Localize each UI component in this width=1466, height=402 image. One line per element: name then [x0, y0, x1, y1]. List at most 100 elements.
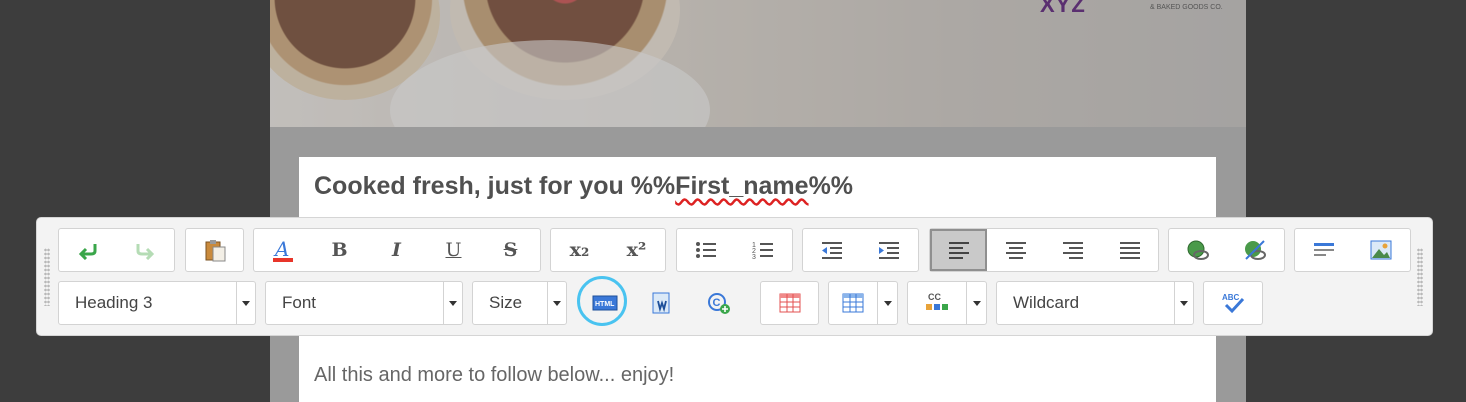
table-blue-icon: [842, 293, 864, 313]
text-format-group: A B I U S: [253, 228, 541, 272]
insert-image-button[interactable]: [1352, 229, 1409, 271]
table-dropdown-button[interactable]: [877, 282, 897, 324]
strikethrough-icon: S: [503, 239, 518, 261]
table-group: [760, 281, 819, 325]
cc-dropdown-button[interactable]: [966, 282, 986, 324]
heading-text: Cooked fresh, just for you %%: [314, 172, 676, 200]
svg-text:ABC: ABC: [1222, 293, 1240, 302]
undo-button[interactable]: [59, 229, 116, 271]
list-group: 123: [676, 228, 793, 272]
paste-button[interactable]: [186, 229, 243, 271]
hero-image: XYZ & BAKED GOODS CO.: [270, 0, 1246, 127]
subscript-icon: x₂: [569, 239, 590, 261]
horizontal-rule-button[interactable]: [1295, 229, 1352, 271]
email-body-text[interactable]: All this and more to follow below... enj…: [314, 364, 674, 387]
chevron-down-icon[interactable]: [1174, 282, 1193, 324]
spellcheck-group: ABC: [1203, 281, 1263, 325]
chevron-down-icon[interactable]: [443, 282, 462, 324]
italic-button[interactable]: I: [368, 229, 425, 271]
font-color-button[interactable]: A: [254, 229, 311, 271]
font-family-value: Font: [282, 293, 317, 312]
paste-from-word-button[interactable]: [633, 282, 690, 324]
align-left-button[interactable]: [930, 229, 987, 271]
redo-button[interactable]: [116, 229, 173, 271]
cc-icon: CC: [926, 292, 948, 310]
font-color-icon: A: [272, 237, 293, 262]
align-center-icon: [1005, 242, 1026, 259]
superscript-icon: x²: [626, 239, 647, 261]
insert-group: [1294, 228, 1411, 272]
font-size-value: Size: [489, 293, 523, 312]
insert-table-button[interactable]: [761, 282, 818, 324]
outdent-icon: [821, 242, 842, 259]
svg-text:C: C: [712, 297, 720, 309]
indent-icon: [878, 242, 899, 259]
bulleted-list-icon: [695, 242, 716, 258]
script-group: x₂ x²: [550, 228, 666, 272]
align-left-icon: [948, 242, 969, 259]
bold-icon: B: [331, 239, 348, 261]
link-icon: [1187, 240, 1209, 260]
underline-button[interactable]: U: [425, 229, 482, 271]
paragraph-style-value: Heading 3: [75, 293, 153, 312]
justify-icon: [1119, 242, 1140, 259]
insert-special-char-button[interactable]: C: [690, 282, 747, 324]
cc-button[interactable]: CC: [908, 282, 966, 324]
numbered-list-button[interactable]: 123: [734, 229, 791, 271]
undo-icon: [78, 244, 96, 260]
outdent-button[interactable]: [803, 229, 860, 271]
font-size-select[interactable]: Size: [472, 281, 567, 325]
copyright-icon: C: [707, 293, 730, 314]
hero-overlay: [270, 0, 1246, 127]
wildcard-select[interactable]: Wildcard: [996, 281, 1194, 325]
align-right-icon: [1062, 242, 1083, 259]
alignment-group: [929, 228, 1159, 272]
chevron-down-icon[interactable]: [547, 282, 566, 324]
image-icon: [1370, 240, 1391, 260]
paste-word-icon: [652, 292, 669, 314]
spellcheck-button[interactable]: ABC: [1204, 282, 1261, 324]
paste-icon: [205, 240, 225, 262]
logo-tagline: & BAKED GOODS CO.: [1150, 4, 1223, 11]
email-canvas: XYZ & BAKED GOODS CO. Cooked fresh, just…: [270, 0, 1246, 402]
html-button-highlight-ring: [577, 276, 627, 326]
align-center-button[interactable]: [987, 229, 1044, 271]
redo-icon: [136, 244, 154, 260]
cc-group: CC: [907, 281, 987, 325]
numbered-list-icon: 123: [752, 242, 773, 260]
align-right-button[interactable]: [1044, 229, 1101, 271]
svg-text:3: 3: [752, 254, 756, 260]
underline-icon: U: [445, 239, 462, 261]
svg-text:CC: CC: [928, 292, 941, 302]
font-family-select[interactable]: Font: [265, 281, 463, 325]
bold-button[interactable]: B: [311, 229, 368, 271]
chevron-down-icon: [972, 300, 981, 306]
bulleted-list-button[interactable]: [677, 229, 734, 271]
insert-link-button[interactable]: [1169, 229, 1226, 271]
table-props-group: [828, 281, 898, 325]
table-properties-button[interactable]: [829, 282, 877, 324]
indent-button[interactable]: [860, 229, 917, 271]
toolbar-drag-handle-right[interactable]: [1417, 248, 1423, 306]
toolbar-drag-handle-left[interactable]: [44, 248, 50, 306]
paragraph-style-select[interactable]: Heading 3: [58, 281, 256, 325]
superscript-button[interactable]: x²: [608, 229, 665, 271]
subscript-button[interactable]: x₂: [551, 229, 608, 271]
paste-group: [185, 228, 244, 272]
spellcheck-icon: ABC: [1222, 293, 1244, 314]
italic-icon: I: [392, 239, 401, 261]
chevron-down-icon[interactable]: [236, 282, 255, 324]
link-group: [1168, 228, 1285, 272]
unlink-icon: [1244, 240, 1266, 260]
undo-redo-group: [58, 228, 175, 272]
strikethrough-button[interactable]: S: [482, 229, 539, 271]
indent-group: [802, 228, 919, 272]
unlink-button[interactable]: [1226, 229, 1283, 271]
justify-button[interactable]: [1101, 229, 1158, 271]
logo-text: XYZ: [1040, 0, 1086, 17]
email-heading[interactable]: Cooked fresh, just for you %%First_name%…: [314, 172, 853, 201]
svg-text:A: A: [273, 237, 289, 261]
heading-suffix: %%: [808, 172, 854, 200]
chevron-down-icon: [883, 300, 892, 306]
table-red-icon: [779, 293, 800, 313]
